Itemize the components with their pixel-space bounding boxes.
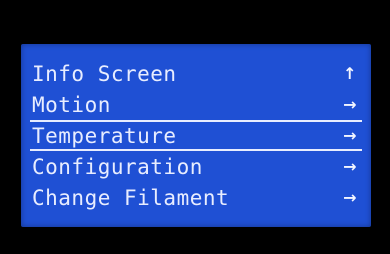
up-arrow-icon: ↑ — [343, 63, 357, 83]
menu-item-label: Temperature — [32, 123, 177, 148]
lcd-screen: Info Screen ↑ Motion → Temperature → Con… — [21, 44, 371, 227]
menu-item-configuration[interactable]: Configuration → — [30, 151, 362, 182]
main-menu: Info Screen ↑ Motion → Temperature → Con… — [30, 58, 362, 213]
menu-item-change-filament[interactable]: Change Filament → — [30, 182, 362, 213]
menu-item-label: Configuration — [32, 154, 203, 179]
right-arrow-icon: → — [343, 156, 357, 176]
display-bezel: Info Screen ↑ Motion → Temperature → Con… — [0, 0, 390, 254]
right-arrow-icon: → — [343, 94, 357, 114]
menu-item-label: Motion — [32, 92, 111, 117]
menu-item-info-screen[interactable]: Info Screen ↑ — [30, 58, 362, 89]
menu-item-label: Change Filament — [32, 185, 230, 210]
right-arrow-icon: → — [343, 125, 357, 145]
menu-item-label: Info Screen — [32, 61, 177, 86]
menu-item-temperature[interactable]: Temperature → — [30, 120, 362, 151]
menu-item-motion[interactable]: Motion → — [30, 89, 362, 120]
right-arrow-icon: → — [343, 187, 357, 207]
